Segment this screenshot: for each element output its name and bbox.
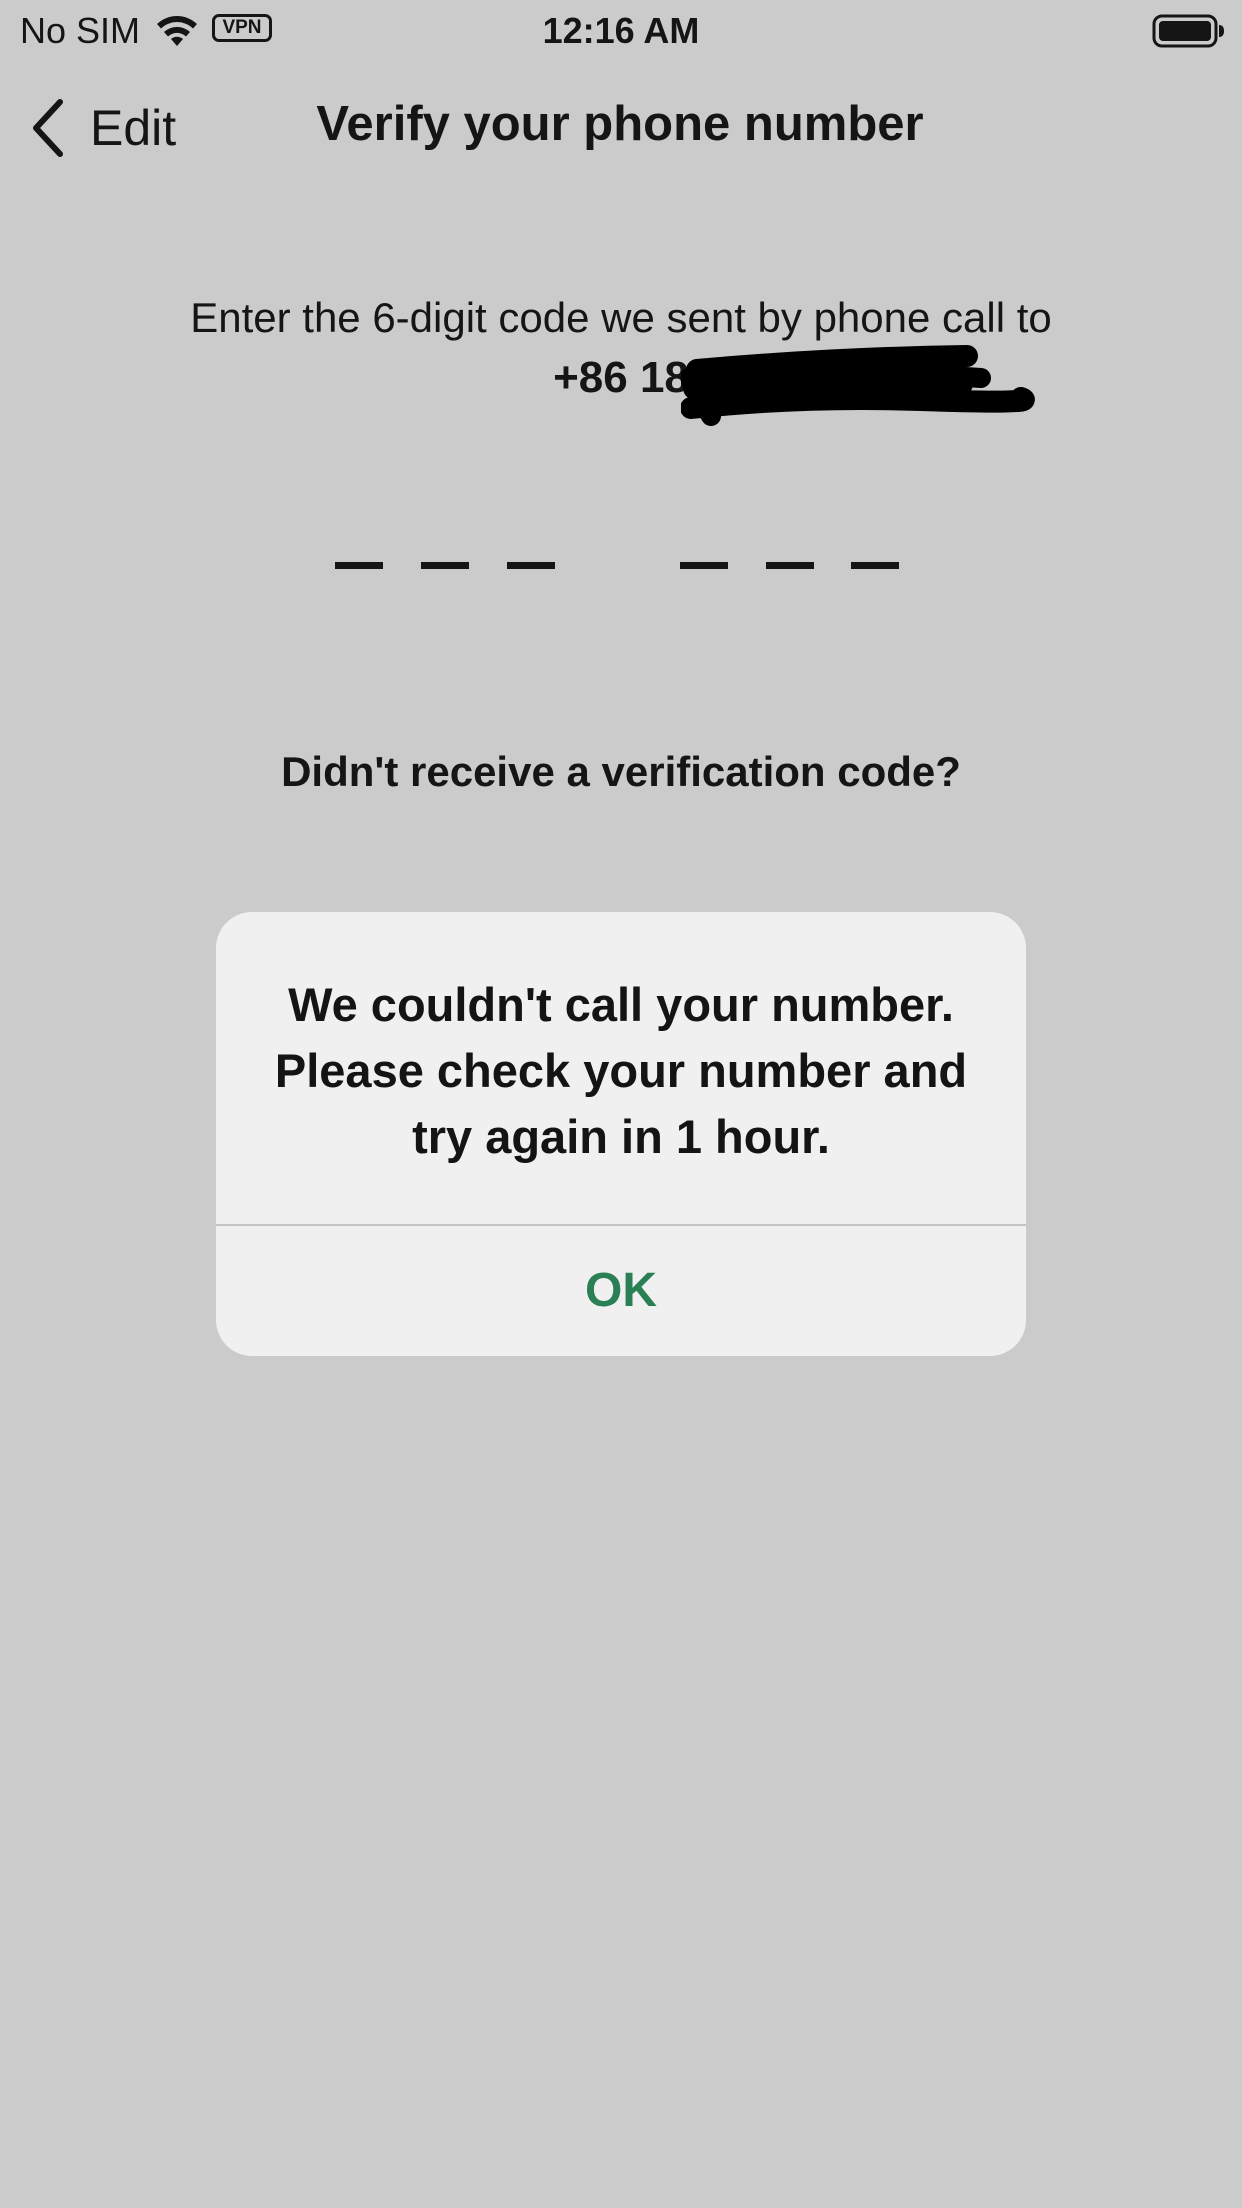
code-digit-slot [335,562,383,569]
code-digit-slot [766,562,814,569]
resend-code-link[interactable]: Didn't receive a verification code? [0,748,1242,796]
ok-button[interactable]: OK [216,1226,1026,1356]
code-input[interactable] [0,552,1242,576]
back-button[interactable]: Edit [30,92,176,164]
navigation-bar: Edit Verify your phone number [0,80,1242,176]
code-digit-slot [851,562,899,569]
alert-dialog: We couldn't call your number. Please che… [216,912,1026,1356]
back-label: Edit [90,100,177,156]
alert-message: We couldn't call your number. Please che… [274,978,968,1163]
chevron-left-icon [33,99,63,157]
verify-phone-screen: No SIM VPN 12:16 AM Edit Verify your pho… [0,0,1242,2208]
redaction-scribble [681,345,1035,426]
instructions: Enter the 6-digit code we sent by phone … [60,288,1182,426]
code-digit-slot [507,562,555,569]
phone-number-visible: +86 18 [553,353,689,402]
code-digit-slot [680,562,728,569]
page-title: Verify your phone number [316,97,924,151]
battery-icon [1152,14,1224,48]
status-bar: No SIM VPN 12:16 AM [0,0,1242,62]
code-digit-slot [421,562,469,569]
phone-number: +86 18 [553,345,1035,426]
status-time: 12:16 AM [542,10,700,51]
